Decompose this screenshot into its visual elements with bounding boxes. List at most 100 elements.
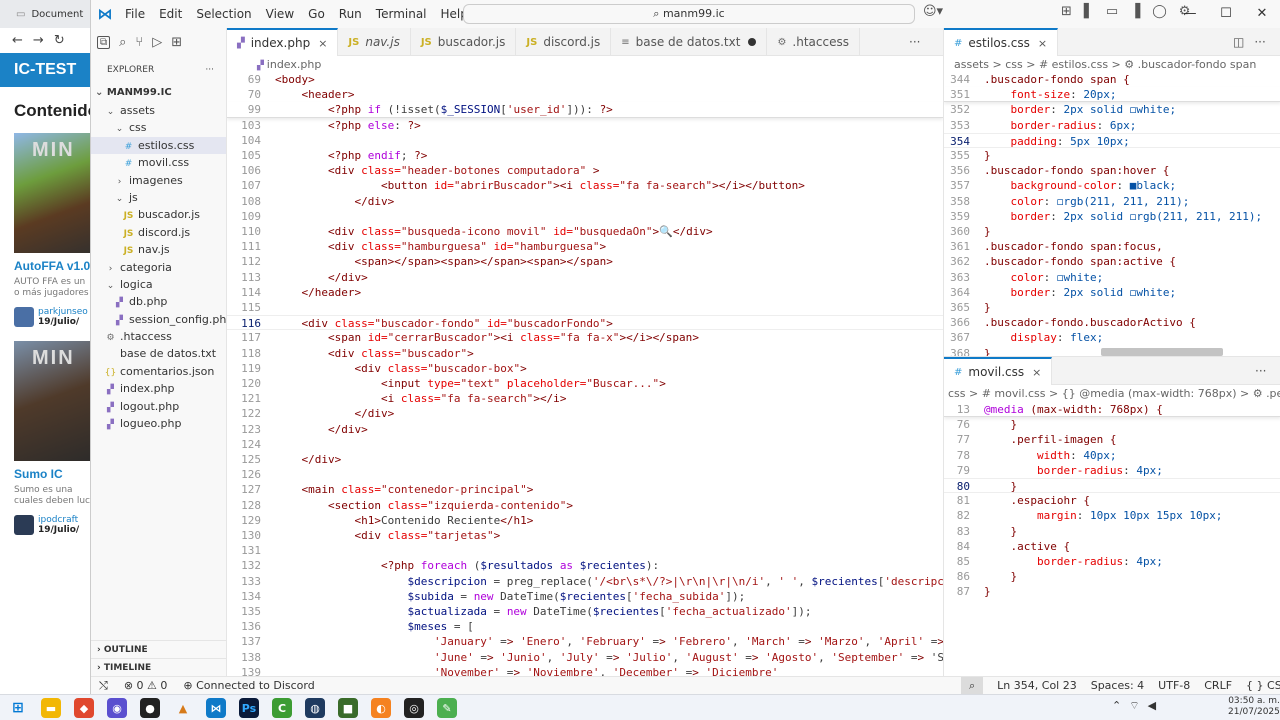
problems-indicator[interactable]: ⊗ 0 ⚠ 0 <box>124 677 168 694</box>
indentation[interactable]: Spaces: 4 <box>1091 677 1144 694</box>
app-icon[interactable]: ◐ <box>371 698 391 718</box>
timeline-section[interactable]: › TIMELINE <box>91 658 227 676</box>
vscode-taskbar-icon[interactable]: ⋈ <box>206 698 226 718</box>
command-center-search[interactable]: ⌕ manm99.ic <box>463 4 915 24</box>
run-debug-icon[interactable]: ▷ <box>152 35 162 50</box>
source-control-icon[interactable]: ⑂ <box>135 35 143 50</box>
tree-item-logueo-php[interactable]: ▞ logueo.php <box>91 415 226 432</box>
app-icon[interactable]: ◉ <box>107 698 127 718</box>
toggle-secondary-sidebar-icon[interactable]: ▐ <box>1130 4 1140 19</box>
zoom-icon[interactable]: ⌕ <box>961 677 984 694</box>
movil-breadcrumb[interactable]: css > # movil.css > {} @media (max-width… <box>944 385 1280 403</box>
encoding[interactable]: UTF-8 <box>1158 677 1190 694</box>
tree-item-base-de-datos-txt[interactable]: base de datos.txt <box>91 345 226 362</box>
more-actions-icon[interactable]: ··· <box>909 35 920 49</box>
cursor-position[interactable]: Ln 354, Col 23 <box>997 677 1077 694</box>
card-title[interactable]: Sumo IC <box>14 467 92 481</box>
tree-item-session-config-php[interactable]: ▞ session_config.php <box>91 311 226 328</box>
tree-item-db-php[interactable]: ▞ db.php <box>91 293 226 310</box>
toggle-sidebar-icon[interactable]: ▌ <box>1084 4 1094 19</box>
wifi-icon[interactable]: ⌔ <box>1129 699 1139 713</box>
tree-item-assets[interactable]: ⌄ assets <box>91 102 226 119</box>
minimize-icon[interactable]: — <box>1172 0 1208 28</box>
close-tab-icon[interactable]: × <box>318 37 327 50</box>
tree-item-categoria[interactable]: › categoria <box>91 259 226 276</box>
start-menu-icon[interactable]: ⊞ <box>8 698 28 718</box>
content-card[interactable]: MIN Sumo IC Sumo es una cuales deben luc … <box>14 341 92 535</box>
menu-item-run[interactable]: Run <box>339 7 362 21</box>
tree-item-estilos-css[interactable]: # estilos.css <box>91 136 226 155</box>
estilos-code-editor[interactable]: 344 .buscador-fondo span {351 font-size: … <box>944 72 1280 356</box>
tab-discord-js[interactable]: JS discord.js <box>516 28 612 56</box>
discord-status[interactable]: ⊕ Connected to Discord <box>183 677 314 694</box>
tab--htaccess[interactable]: ⚙ .htaccess <box>767 28 860 56</box>
card-title[interactable]: AutoFFA v1.0 <box>14 259 92 273</box>
extensions-icon[interactable]: ⊞ <box>171 35 182 50</box>
main-code-editor[interactable]: 69 <body> 70 <header> 99 <?php if (!isset($… <box>227 72 943 676</box>
menu-item-go[interactable]: Go <box>308 7 325 21</box>
horizontal-scrollbar[interactable] <box>1101 348 1223 356</box>
tab-index-php[interactable]: ▞ index.php × <box>227 28 339 56</box>
notepad-icon[interactable]: ✎ <box>437 698 457 718</box>
tree-item-comentarios-json[interactable]: {} comentarios.json <box>91 363 226 380</box>
reload-icon[interactable]: ↻ <box>54 33 65 48</box>
menu-item-terminal[interactable]: Terminal <box>376 7 427 21</box>
tree-item-logout-php[interactable]: ▞ logout.php <box>91 398 226 415</box>
more-actions-icon[interactable]: ··· <box>1255 364 1266 378</box>
github-icon[interactable]: ● <box>140 698 160 718</box>
outline-section[interactable]: › OUTLINE <box>91 640 227 658</box>
tab-base-de-datos-txt[interactable]: ≡ base de datos.txt <box>611 28 768 56</box>
tree-item-movil-css[interactable]: # movil.css <box>91 154 226 171</box>
minecraft-icon[interactable]: ■ <box>338 698 358 718</box>
menu-item-view[interactable]: View <box>266 7 294 21</box>
tree-item--htaccess[interactable]: ⚙ .htaccess <box>91 328 226 345</box>
end-of-line[interactable]: CRLF <box>1204 677 1232 694</box>
tab-estilos-css[interactable]: # estilos.css × <box>944 28 1059 56</box>
split-editor-icon[interactable]: ◫ <box>1233 35 1244 49</box>
chevron-up-icon[interactable]: ⌃ <box>1112 699 1121 713</box>
volume-icon[interactable]: ◀ <box>1148 699 1156 713</box>
menu-item-edit[interactable]: Edit <box>159 7 182 21</box>
customize-layout-icon[interactable]: ⊞ <box>1061 4 1072 19</box>
forward-icon[interactable]: → <box>33 33 44 48</box>
tree-item-logica[interactable]: ⌄ logica <box>91 276 226 293</box>
account-icon[interactable]: ◯ <box>1152 4 1167 19</box>
close-tab-icon[interactable]: × <box>1038 37 1047 50</box>
file-explorer-icon[interactable]: ▬ <box>41 698 61 718</box>
more-actions-icon[interactable]: ··· <box>205 65 214 75</box>
movil-code-editor[interactable]: 13 @media (max-width: 768px) {76 } 77 .per… <box>944 402 1280 676</box>
browser-tab[interactable]: ▭ Document <box>0 0 92 28</box>
search-icon[interactable]: ⌕ <box>119 35 126 50</box>
app-icon[interactable]: ◍ <box>305 698 325 718</box>
content-card[interactable]: MIN AutoFFA v1.0 AUTO FFA es un o más jug… <box>14 133 92 327</box>
close-tab-icon[interactable]: × <box>1032 366 1041 379</box>
back-icon[interactable]: ← <box>12 33 23 48</box>
copilot-icon[interactable]: ☺▾ <box>923 4 943 19</box>
more-actions-icon[interactable]: ··· <box>1254 35 1265 49</box>
card-thumbnail[interactable]: MIN <box>14 341 92 461</box>
card-thumbnail[interactable]: MIN <box>14 133 92 253</box>
tab-nav-js[interactable]: JS nav.js <box>338 28 411 56</box>
menu-item-selection[interactable]: Selection <box>196 7 251 21</box>
tab-buscador-js[interactable]: JS buscador.js <box>411 28 517 56</box>
tree-item-imagenes[interactable]: › imagenes <box>91 172 226 189</box>
toggle-panel-icon[interactable]: ▭ <box>1106 4 1118 19</box>
language-mode[interactable]: { } CSS <box>1246 677 1280 694</box>
brave-icon[interactable]: ◆ <box>74 698 94 718</box>
photoshop-icon[interactable]: Ps <box>239 698 259 718</box>
tree-item-index-php[interactable]: ▞ index.php <box>91 380 226 397</box>
tree-item-nav-js[interactable]: JS nav.js <box>91 241 226 258</box>
remote-icon[interactable]: ⤭ <box>99 677 108 694</box>
maximize-icon[interactable]: ☐ <box>1208 0 1244 28</box>
menu-item-file[interactable]: File <box>125 7 145 21</box>
discord-icon[interactable]: ◎ <box>404 698 424 718</box>
close-window-icon[interactable]: ✕ <box>1244 0 1280 28</box>
tree-item-js[interactable]: ⌄ js <box>91 189 226 206</box>
tree-item-css[interactable]: ⌄ css <box>91 119 226 136</box>
workspace-root[interactable]: ⌄ MANM99.IC <box>91 84 226 102</box>
tree-item-buscador-js[interactable]: JS buscador.js <box>91 206 226 223</box>
clock[interactable]: 03:50 a. m. 21/07/2025 <box>1228 696 1280 718</box>
tree-item-discord-js[interactable]: JS discord.js <box>91 224 226 241</box>
tab-movil-css[interactable]: # movil.css × <box>944 357 1053 385</box>
explorer-files-icon[interactable]: ⧉ <box>97 35 111 49</box>
